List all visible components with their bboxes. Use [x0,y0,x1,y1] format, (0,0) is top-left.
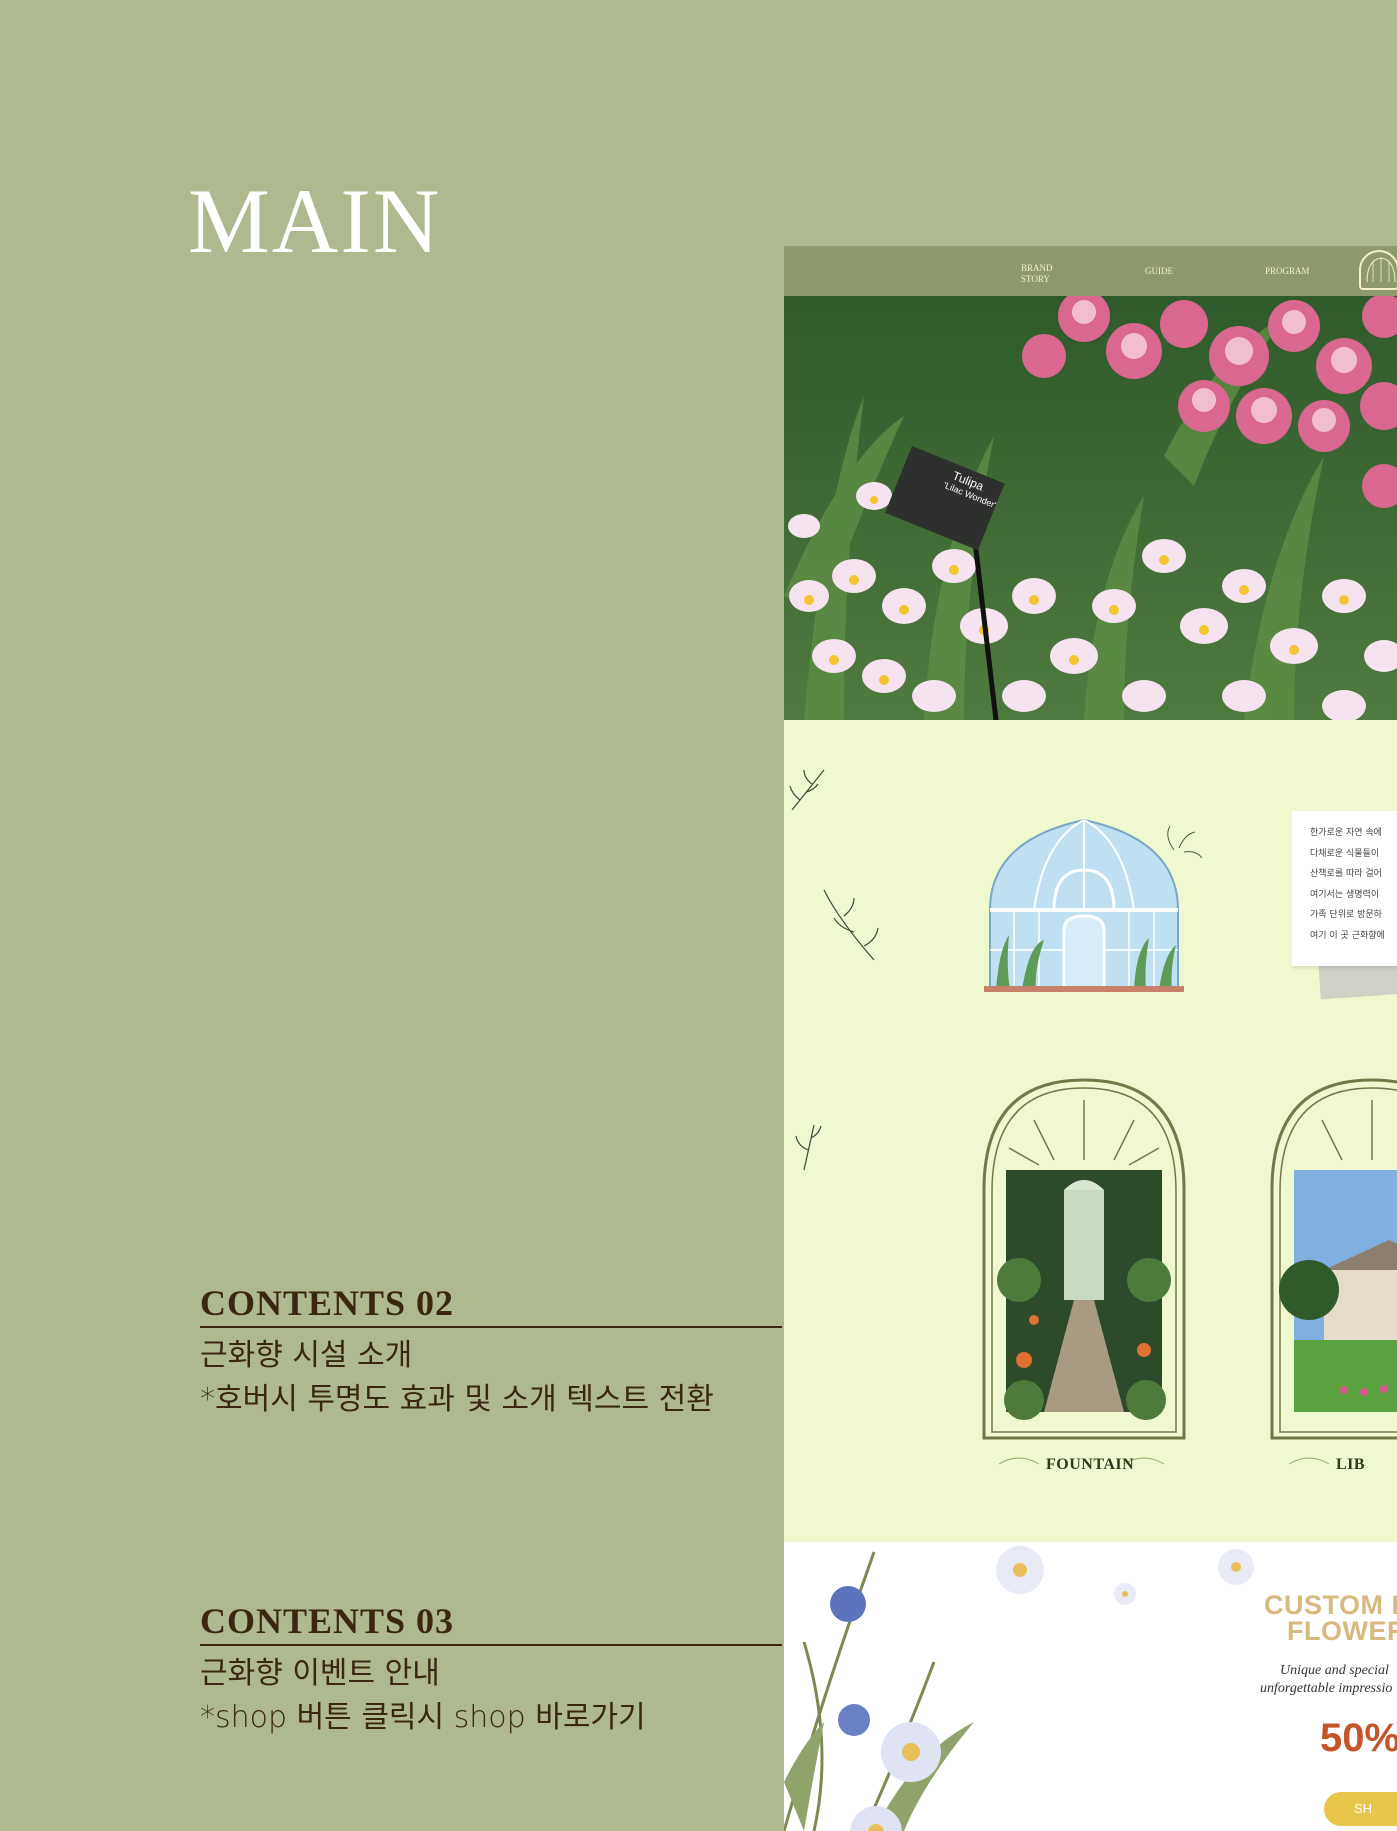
website-preview: BRAND STORY GUIDE PROGRAM Tulipa 'Lilac … [784,246,1397,1831]
note-line: 가족 단위로 방문하 [1310,910,1382,920]
arch-label-fountain[interactable]: FOUNTAIN [1046,1456,1134,1474]
note-line: 다채로운 식물들이 [1310,848,1380,859]
event-description: Unique and special unforgettable impress… [1260,1662,1392,1698]
contents-03-line-2: *shop 버튼 클릭시 shop 바로가기 [200,1700,646,1735]
contents-03-section: CONTENTS 03 근화향 이벤트 안내 *shop 버튼 클릭시 shop… [200,1600,782,1740]
event-sale-percent: 50% [1320,1716,1397,1760]
arch-label-lib[interactable]: LIB [1336,1456,1365,1474]
shop-button[interactable]: SH [1324,1792,1397,1826]
contents-03-line-1: 근화향 이벤트 안내 [200,1656,440,1691]
contents-03-heading: CONTENTS 03 [200,1600,782,1646]
library-photo [1279,1170,1397,1412]
note-line: 여기서는 생명력이 [1310,889,1380,900]
nav-item-brand-story[interactable]: BRAND STORY [1021,263,1061,285]
contents-02-section: CONTENTS 02 근화향 시설 소개 *호버시 투명도 효과 및 소개 텍… [200,1282,782,1422]
event-section: CUSTOM HO FLOWER Unique and special unfo… [784,1542,1397,1831]
nav-item-program[interactable]: PROGRAM [1265,266,1315,277]
note-line: 여기 이 곳 근화향에 [1310,930,1385,941]
hero-tulip-photo: Tulipa 'Lilac Wonder' [784,296,1397,720]
fountain-photo [997,1170,1171,1420]
daisy-icon [830,1546,1254,1831]
event-desc-line-1: Unique and special [1280,1663,1389,1678]
contents-02-heading: CONTENTS 02 [200,1282,782,1328]
event-desc-line-2: unforgettable impressio [1260,1681,1393,1696]
contents-02-line-1: 근화향 시설 소개 [200,1338,413,1373]
sprig-icon [789,769,879,1171]
facility-text-card: 한가로운 자연 속에 다채로운 식물들이 산책로를 따라 걸어 여기서는 생명력… [1292,811,1397,966]
event-title-line-1: CUSTOM HO [1264,1590,1397,1620]
preview-nav: BRAND STORY GUIDE PROGRAM [784,246,1397,296]
nav-item-guide[interactable]: GUIDE [1145,266,1195,277]
logo-icon[interactable] [1359,250,1397,290]
note-line: 산책로를 따라 걸어 [1310,869,1382,879]
note-line: 한가로운 자연 속에 [1310,828,1382,838]
main-title: MAIN [188,170,442,272]
event-title-line-2: FLOWER [1287,1616,1397,1646]
contents-02-line-2: *호버시 투명도 효과 및 소개 텍스트 전환 [200,1382,714,1417]
event-title: CUSTOM HO FLOWER [1264,1590,1397,1646]
greenhouse-illustration [984,818,1203,992]
